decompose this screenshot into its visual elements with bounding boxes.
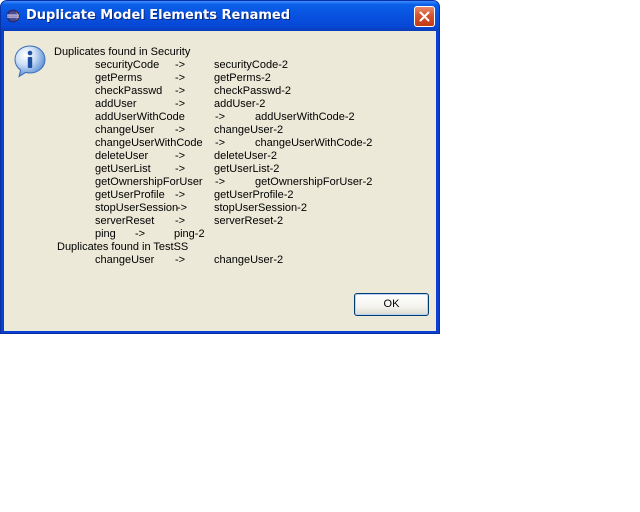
entry-renamed: addUserWithCode-2 (255, 111, 355, 123)
close-button[interactable] (414, 6, 435, 27)
entry-original: getOwnershipForUser (95, 176, 203, 188)
entry-original: ping (95, 228, 116, 240)
title-bar[interactable]: Duplicate Model Elements Renamed (1, 1, 439, 31)
arrow: -> (175, 59, 186, 71)
entry-renamed: ping-2 (174, 228, 205, 240)
entry-renamed: checkPasswd-2 (214, 85, 292, 97)
ok-button[interactable]: OK (354, 293, 429, 316)
entry-original: changeUserWithCode (95, 137, 203, 149)
arrow: -> (177, 202, 188, 214)
group-header-security: Duplicates found in Security (54, 46, 191, 58)
dialog-content: Duplicates found in Security securityCod… (4, 31, 436, 331)
arrow: -> (215, 111, 226, 123)
entry-renamed: getUserProfile-2 (214, 189, 294, 201)
info-icon (14, 45, 46, 78)
entry-renamed: changeUser-2 (214, 254, 284, 266)
entry-original: deleteUser (95, 150, 149, 162)
entry-renamed: securityCode-2 (214, 59, 288, 71)
entry-original: getUserProfile (95, 189, 165, 201)
entry-original: changeUser (95, 124, 155, 136)
eclipse-app-icon (6, 9, 20, 23)
entry-renamed: serverReset-2 (214, 215, 284, 227)
entry-renamed: changeUserWithCode-2 (255, 137, 373, 149)
arrow: -> (135, 228, 146, 240)
entry-original: getPerms (95, 72, 143, 84)
arrow: -> (175, 254, 186, 266)
entry-renamed: getOwnershipForUser-2 (255, 176, 373, 188)
entry-renamed: getPerms-2 (214, 72, 271, 84)
arrow: -> (175, 215, 186, 227)
arrow: -> (175, 124, 186, 136)
arrow: -> (175, 189, 186, 201)
close-icon (419, 11, 430, 22)
arrow: -> (175, 85, 186, 97)
entry-original: addUser (95, 98, 137, 110)
arrow: -> (215, 137, 226, 149)
arrow: -> (175, 72, 186, 84)
window-title: Duplicate Model Elements Renamed (26, 8, 291, 23)
entry-renamed: changeUser-2 (214, 124, 284, 136)
entry-renamed: addUser-2 (214, 98, 266, 110)
entry-renamed: getUserList-2 (214, 163, 280, 175)
group-header-testss: Duplicates found in TestSS (57, 241, 189, 253)
entry-original: stopUserSession (95, 202, 179, 214)
arrow: -> (175, 98, 186, 110)
arrow: -> (175, 150, 186, 162)
entry-original: securityCode (95, 59, 160, 71)
entry-original: serverReset (95, 215, 155, 227)
arrow: -> (215, 176, 226, 188)
entry-original: checkPasswd (95, 85, 163, 97)
entry-original: getUserList (95, 163, 151, 175)
entry-original: changeUser (95, 254, 155, 266)
entry-renamed: deleteUser-2 (214, 150, 277, 162)
dialog-window: Duplicate Model Elements Renamed Duplica… (0, 0, 440, 334)
entry-original: addUserWithCode (95, 111, 185, 123)
arrow: -> (175, 163, 186, 175)
entry-renamed: stopUserSession-2 (214, 202, 307, 214)
